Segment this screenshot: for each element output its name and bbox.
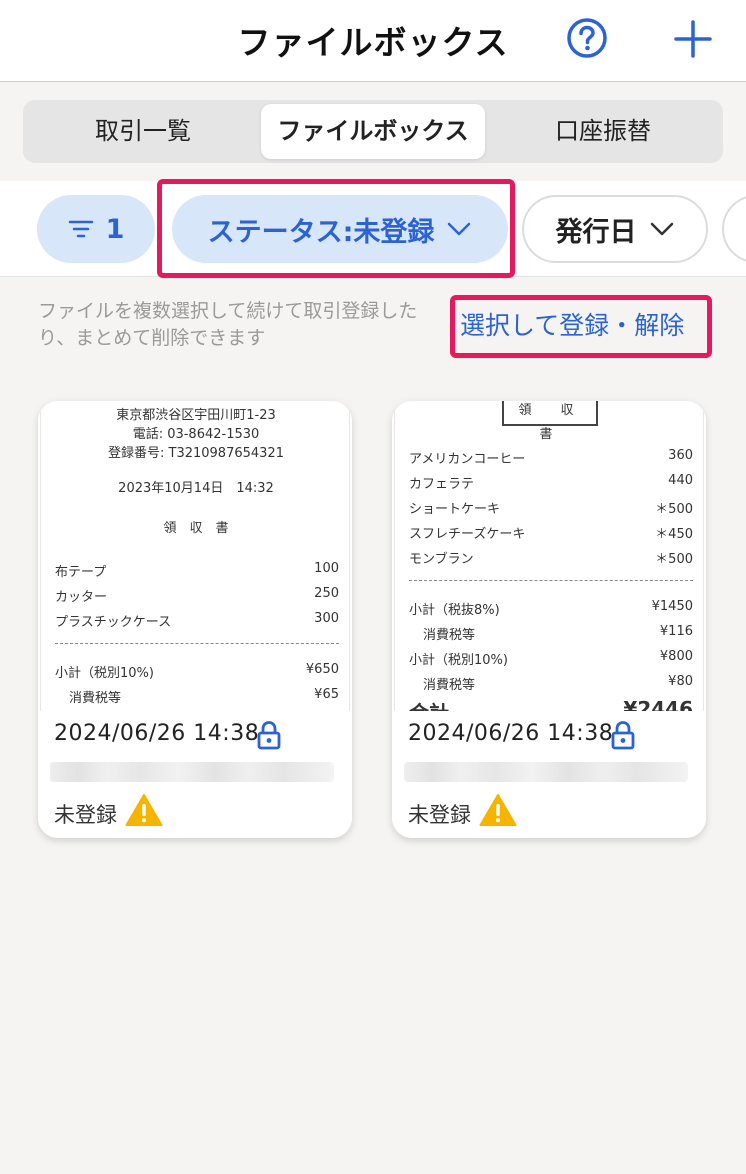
receipt-subtotal-8: 小計（税抜8%) ¥1450 [409, 599, 693, 618]
tab-area: 取引一覧 ファイルボックス 口座振替 [0, 83, 746, 181]
receipt-heading: 領 収 書 [163, 521, 229, 536]
status-label: 未登録 [408, 803, 471, 827]
receipt-thumbnail: 東京都渋谷区宇田川町1-23 電話: 03-8642-1530 登録番号: T3… [38, 401, 352, 711]
warning-icon [479, 794, 517, 826]
chevron-down-icon [650, 222, 673, 236]
receipt-tax-10: 消費税等 ¥80 [423, 674, 693, 693]
tab-transactions[interactable]: 取引一覧 [31, 104, 255, 159]
upload-date: 2024/06/26 14:38 [408, 721, 614, 746]
receipt-total: 合計¥2446 [409, 697, 693, 711]
receipt-line: 布テープ 100 [55, 561, 339, 580]
segmented-control: 取引一覧 ファイルボックス 口座振替 [23, 100, 723, 163]
receipt-address: 東京都渋谷区宇田川町1-23 [116, 408, 276, 423]
hint-text: ファイルを複数選択して続けて取引登録したり、まとめて削除できます [38, 300, 418, 349]
receipt-line: プラスチックケース 300 [55, 611, 339, 630]
navigation-bar: ファイルボックス [0, 0, 746, 82]
warning-icon [125, 794, 163, 826]
more-filter-chip[interactable] [722, 195, 746, 263]
issue-date-filter-label: 発行日 [555, 216, 637, 248]
card-info: 2024/06/26 14:38 未登録 [38, 711, 352, 838]
receipt-line: アメリカンコーヒー 360 [409, 448, 693, 467]
blurred-filename [404, 762, 688, 782]
highlight-box-select [450, 295, 712, 358]
receipt-line: カッター 250 [55, 586, 339, 605]
lock-icon [611, 721, 635, 750]
receipt-heading: 領 収 書 [502, 401, 598, 442]
upload-date: 2024/06/26 14:38 [54, 721, 260, 746]
file-card[interactable]: 東京都渋谷区宇田川町1-23 電話: 03-8642-1530 登録番号: T3… [38, 401, 352, 838]
receipt-line: カフェラテ 440 [409, 473, 693, 492]
receipt-tax: 消費税等 ¥65 [69, 687, 339, 706]
lock-icon [257, 721, 281, 750]
receipt-subtotal-10: 小計（税別10%) ¥800 [409, 649, 693, 668]
page-title: ファイルボックス [237, 23, 509, 62]
filter-lines-icon [68, 220, 93, 238]
receipt-line: ショートケーキ ＊500 [409, 502, 693, 517]
highlight-box-status [157, 179, 515, 278]
file-card[interactable]: 領 収 書 アメリカンコーヒー 360 カフェラテ 440 ショートケーキ ＊500 … [392, 401, 706, 838]
issue-date-filter-chip[interactable]: 発行日 [522, 195, 708, 263]
add-icon[interactable] [670, 16, 716, 62]
receipt-phone: 電話: 03-8642-1530 [132, 427, 260, 442]
receipt-divider [55, 643, 339, 644]
receipt-registration: 登録番号: T3210987654321 [108, 446, 284, 461]
help-icon[interactable] [566, 17, 608, 59]
blurred-filename [50, 762, 334, 782]
filter-count-chip[interactable]: 1 [37, 195, 155, 263]
receipt-subtotal: 小計（税別10%) ¥650 [55, 662, 339, 681]
tab-filebox[interactable]: ファイルボックス [261, 104, 485, 159]
receipt-line: モンブラン ＊500 [409, 552, 693, 567]
status-label: 未登録 [54, 803, 117, 827]
receipt-datetime: 2023年10月14日 14:32 [118, 481, 274, 496]
receipt-divider [409, 580, 693, 581]
card-info: 2024/06/26 14:38 未登録 [392, 711, 706, 838]
receipt-line: スフレチーズケーキ ＊450 [409, 527, 693, 542]
tab-account-transfer[interactable]: 口座振替 [491, 104, 715, 159]
receipt-tax-8: 消費税等 ¥116 [423, 624, 693, 643]
filter-count: 1 [105, 213, 125, 245]
receipt-thumbnail: 領 収 書 アメリカンコーヒー 360 カフェラテ 440 ショートケーキ ＊500 … [392, 401, 706, 711]
